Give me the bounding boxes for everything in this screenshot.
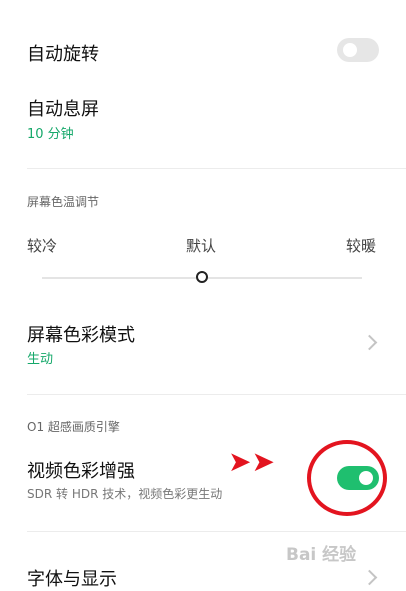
divider [27,394,406,395]
color-mode-label[interactable]: 屏幕色彩模式 [27,321,135,347]
divider [27,168,406,169]
red-circle-annotation [307,440,387,516]
font-display-label[interactable]: 字体与显示 [27,565,117,591]
auto-sleep-value: 10 分钟 [27,127,74,142]
video-enhance-description: SDR 转 HDR 技术，视频色彩更生动 [27,487,223,501]
red-arrow-annotation: ➤➤ [228,445,275,478]
divider [27,531,406,532]
toggle-knob [343,43,357,57]
auto-rotate-toggle[interactable] [337,38,379,62]
auto-sleep-label[interactable]: 自动息屏 [27,95,99,121]
temp-warm-label: 较暖 [346,237,377,255]
temp-cool-label: 较冷 [27,237,58,255]
chevron-right-icon[interactable] [361,334,378,351]
color-temp-slider-thumb[interactable] [196,271,208,283]
video-enhance-label: 视频色彩增强 [27,461,135,482]
temp-default-label: 默认 [186,237,217,255]
color-mode-value: 生动 [27,352,54,367]
auto-rotate-label: 自动旋转 [27,44,99,65]
o1-section-header: O1 超感画质引擎 [27,420,120,434]
baidu-watermark: Bai 经验 [286,545,357,565]
color-temp-header: 屏幕色温调节 [27,195,100,209]
